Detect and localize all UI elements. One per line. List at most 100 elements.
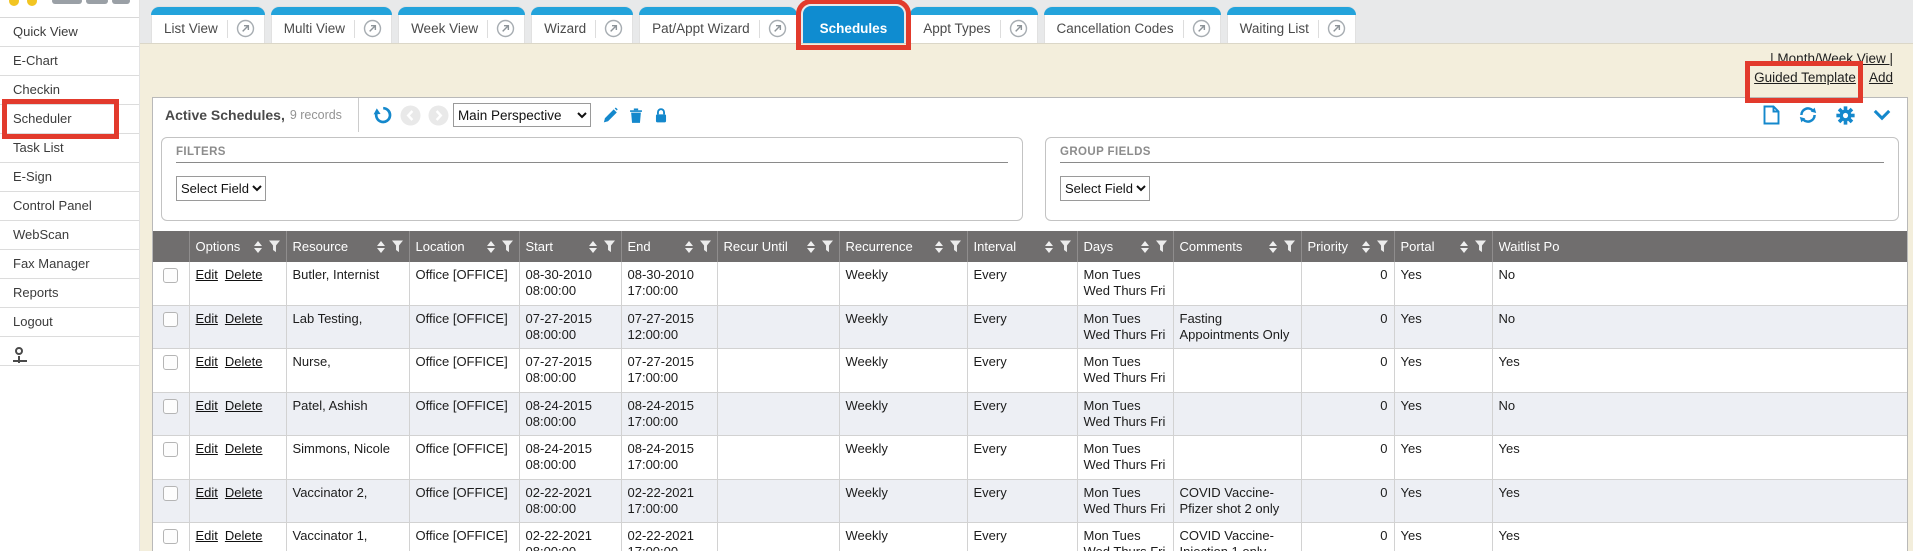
filter-funnel-icon[interactable] — [502, 240, 513, 253]
edit-link[interactable]: Edit — [196, 441, 218, 456]
guided-template-link[interactable]: Guided Template — [1754, 70, 1856, 85]
row-checkbox[interactable] — [163, 529, 178, 544]
tab-pat-appt-wizard[interactable]: Pat/Appt Wizard — [639, 6, 797, 43]
filter-funnel-icon[interactable] — [392, 240, 403, 253]
column-header-priority[interactable]: Priority — [1301, 231, 1394, 262]
perspective-select[interactable]: Main Perspective — [453, 103, 591, 127]
column-header-comments[interactable]: Comments — [1173, 231, 1301, 262]
sidebar-item-task-list[interactable]: Task List — [0, 134, 139, 163]
column-header-portal[interactable]: Portal — [1394, 231, 1492, 262]
edit-link[interactable]: Edit — [196, 267, 218, 282]
filter-funnel-icon[interactable] — [604, 240, 615, 253]
sidebar-item-fax-manager[interactable]: Fax Manager — [0, 250, 139, 279]
delete-link[interactable]: Delete — [225, 311, 263, 326]
delete-link[interactable]: Delete — [225, 267, 263, 282]
tab-wizard[interactable]: Wizard — [531, 6, 633, 43]
column-header-recur-until[interactable]: Recur Until — [717, 231, 839, 262]
tab-week-view[interactable]: Week View — [398, 6, 525, 43]
column-header-start[interactable]: Start — [519, 231, 621, 262]
sidebar-item-e-sign[interactable]: E-Sign — [0, 163, 139, 192]
tab-multi-view[interactable]: Multi View — [271, 6, 392, 43]
sort-icon[interactable] — [254, 241, 262, 253]
delete-link[interactable]: Delete — [225, 354, 263, 369]
lock-perspective-button[interactable] — [652, 106, 670, 125]
row-checkbox[interactable] — [163, 312, 178, 327]
sidebar-item-quick-view[interactable]: Quick View — [0, 18, 139, 47]
tab-schedules[interactable]: Schedules — [803, 6, 905, 43]
open-in-new-icon[interactable] — [1009, 19, 1028, 38]
sort-icon[interactable] — [807, 241, 815, 253]
refresh-button[interactable] — [1798, 105, 1818, 125]
settings-button[interactable] — [1836, 106, 1855, 125]
edit-perspective-button[interactable] — [601, 106, 620, 125]
sidebar-item-checkin[interactable]: Checkin — [0, 76, 139, 105]
sidebar-item-scheduler[interactable]: Scheduler — [0, 105, 139, 134]
delete-link[interactable]: Delete — [225, 528, 263, 543]
column-header-interval[interactable]: Interval — [967, 231, 1077, 262]
open-in-new-icon[interactable] — [768, 19, 787, 38]
sidebar-item-control-panel[interactable]: Control Panel — [0, 192, 139, 221]
row-checkbox[interactable] — [163, 486, 178, 501]
filter-funnel-icon[interactable] — [700, 240, 711, 253]
undo-button[interactable] — [373, 105, 393, 125]
sort-icon[interactable] — [1269, 241, 1277, 253]
open-in-new-icon[interactable] — [1327, 19, 1346, 38]
tab-waiting-list[interactable]: Waiting List — [1227, 6, 1356, 43]
sort-icon[interactable] — [685, 241, 693, 253]
open-in-new-icon[interactable] — [496, 19, 515, 38]
row-checkbox[interactable] — [163, 399, 178, 414]
filter-funnel-icon[interactable] — [1475, 240, 1486, 253]
column-header-location[interactable]: Location — [409, 231, 519, 262]
filters-field-select[interactable]: Select Field — [176, 176, 266, 201]
prev-perspective-button[interactable] — [400, 105, 421, 126]
tab-list-view[interactable]: List View — [151, 6, 265, 43]
sort-icon[interactable] — [1460, 241, 1468, 253]
open-in-new-icon[interactable] — [363, 19, 382, 38]
month-week-view-link[interactable]: | Month/Week View | — [1770, 51, 1893, 66]
edit-link[interactable]: Edit — [196, 485, 218, 500]
edit-link[interactable]: Edit — [196, 528, 218, 543]
open-in-new-icon[interactable] — [1192, 19, 1211, 38]
filter-funnel-icon[interactable] — [1284, 240, 1295, 253]
row-checkbox[interactable] — [163, 442, 178, 457]
sidebar-item-logout[interactable]: Logout — [0, 308, 139, 337]
add-link[interactable]: Add — [1869, 70, 1893, 85]
sort-icon[interactable] — [1045, 241, 1053, 253]
sidebar-item-reports[interactable]: Reports — [0, 279, 139, 308]
filter-funnel-icon[interactable] — [950, 240, 961, 253]
column-header-recurrence[interactable]: Recurrence — [839, 231, 967, 262]
column-header-end[interactable]: End — [621, 231, 717, 262]
sort-icon[interactable] — [377, 241, 385, 253]
tab-cancellation-codes[interactable]: Cancellation Codes — [1044, 6, 1221, 43]
filter-funnel-icon[interactable] — [822, 240, 833, 253]
row-checkbox[interactable] — [163, 268, 178, 283]
sidebar-item-webscan[interactable]: WebScan — [0, 221, 139, 250]
sort-icon[interactable] — [935, 241, 943, 253]
collapse-panel-button[interactable] — [1873, 109, 1891, 121]
column-header-resource[interactable]: Resource — [286, 231, 409, 262]
edit-link[interactable]: Edit — [196, 311, 218, 326]
filter-funnel-icon[interactable] — [269, 240, 280, 253]
sort-icon[interactable] — [1362, 241, 1370, 253]
sort-icon[interactable] — [1141, 241, 1149, 253]
sidebar-item-e-chart[interactable]: E-Chart — [0, 47, 139, 76]
column-header-days[interactable]: Days — [1077, 231, 1173, 262]
column-header-waitlist-po[interactable]: Waitlist Po — [1492, 231, 1907, 262]
sort-icon[interactable] — [487, 241, 495, 253]
pin-icon[interactable] — [15, 347, 23, 355]
filter-funnel-icon[interactable] — [1377, 240, 1388, 253]
delete-perspective-button[interactable] — [627, 106, 645, 125]
open-in-new-icon[interactable] — [236, 19, 255, 38]
tab-appt-types[interactable]: Appt Types — [910, 6, 1037, 43]
column-header-options[interactable]: Options — [189, 231, 286, 262]
sort-icon[interactable] — [589, 241, 597, 253]
edit-link[interactable]: Edit — [196, 398, 218, 413]
delete-link[interactable]: Delete — [225, 485, 263, 500]
edit-link[interactable]: Edit — [196, 354, 218, 369]
filter-funnel-icon[interactable] — [1060, 240, 1071, 253]
new-document-button[interactable] — [1763, 105, 1780, 125]
delete-link[interactable]: Delete — [225, 398, 263, 413]
next-perspective-button[interactable] — [428, 105, 449, 126]
open-in-new-icon[interactable] — [604, 19, 623, 38]
delete-link[interactable]: Delete — [225, 441, 263, 456]
